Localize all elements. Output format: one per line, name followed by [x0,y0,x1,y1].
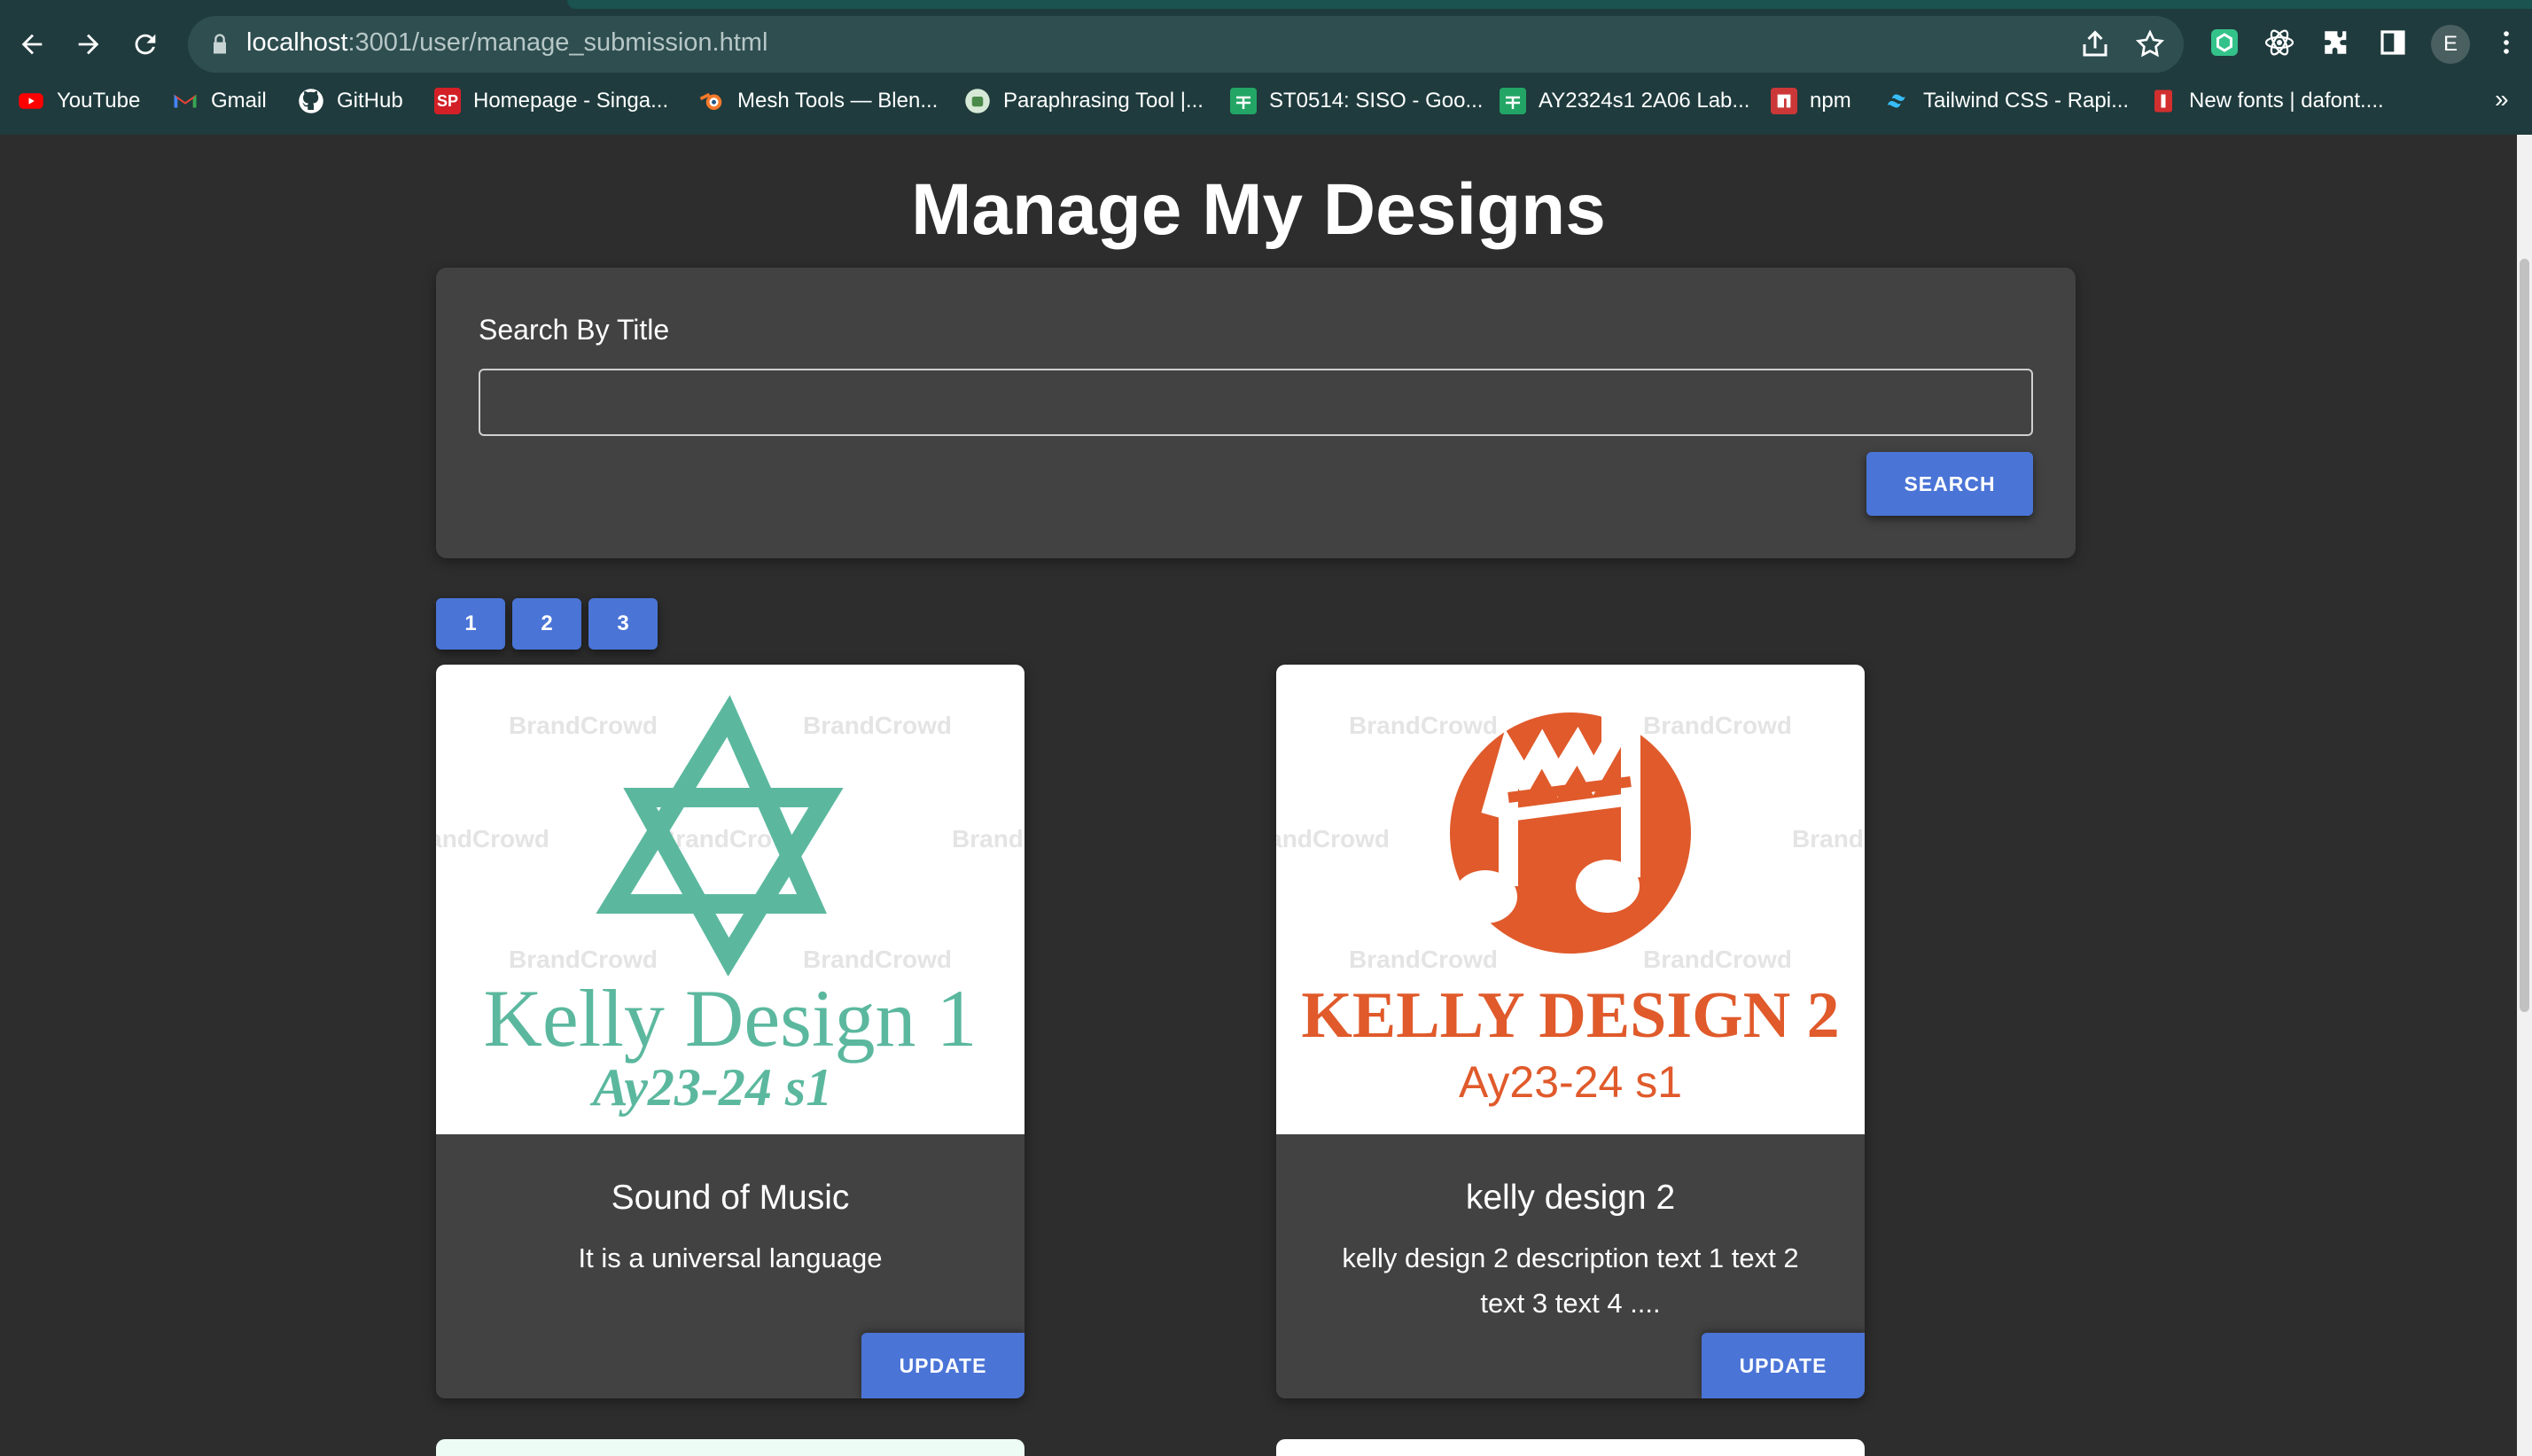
bookmark-ay2324s1[interactable]: AY2324s1 2A06 Lab... [1500,82,1749,121]
menu-kebab-icon[interactable] [2489,25,2524,60]
blender-icon [698,88,725,114]
logo-subtext: Ay23-24 s1 [589,1058,833,1117]
url-text: localhost:3001/user/manage_submission.ht… [246,28,767,58]
search-button[interactable]: SEARCH [1866,452,2033,516]
gmail-icon [172,88,199,114]
url-host: localhost [246,28,348,57]
svg-text:BrandCrowd: BrandCrowd [1349,946,1498,973]
page-title: Manage My Designs [911,169,1606,250]
bookmark-paraphrasing[interactable]: Paraphrasing Tool |... [964,82,1204,121]
profile-avatar[interactable]: E [2431,25,2470,64]
svg-text:BrandCrowd: BrandCrowd [1643,712,1792,739]
url-path: :3001/user/manage_submission.html [347,28,768,57]
update-button[interactable]: UPDATE [861,1333,1024,1398]
page-button-1[interactable]: 1 [436,598,505,650]
design-title: kelly design 2 [1465,1179,1676,1217]
bookmark-label: Paraphrasing Tool |... [1003,89,1204,113]
svg-text:BrandCrowd: BrandCrowd [1792,825,1865,853]
svg-text:BrandCrowd: BrandCrowd [436,825,549,853]
watermark: BrandCrowd BrandCrowd BrandCrowd BrandCr… [436,712,1024,973]
bookmark-label: GitHub [337,89,403,113]
bookmark-gmail[interactable]: Gmail [172,82,267,121]
page-viewport: Manage My Designs Search By Title SEARCH… [0,135,2517,1456]
share-icon[interactable] [2079,28,2111,60]
music-note-mark [1450,699,1691,954]
sp-icon: SP [434,88,461,114]
bookmark-label: AY2324s1 2A06 Lab... [1539,89,1750,113]
quillbot-icon [964,88,991,114]
bookmark-github[interactable]: GitHub [298,82,403,121]
reload-button[interactable] [121,19,170,69]
tailwind-icon [1884,88,1911,114]
bookmark-label: npm [1810,89,1851,113]
svg-text:BrandCrowd: BrandCrowd [1276,825,1390,853]
github-icon [298,88,324,114]
bookmark-tailwind[interactable]: Tailwind CSS - Rapi... [1884,82,2129,121]
update-button[interactable]: UPDATE [1702,1333,1865,1398]
svg-text:BrandCrowd: BrandCrowd [509,946,658,973]
bookmark-label: Mesh Tools — Blen... [737,89,939,113]
svg-text:BrandCrowd: BrandCrowd [1349,712,1498,739]
scrollbar-thumb[interactable] [2520,259,2529,1012]
logo-text: Kelly Design 1 [483,973,977,1063]
bookmark-youtube[interactable]: YouTube [18,82,140,121]
svg-text:BrandCrowd: BrandCrowd [1643,946,1792,973]
puzzle-icon[interactable] [2318,25,2354,60]
svg-text:BrandCrowd: BrandCrowd [803,712,952,739]
design-image: BrandCrowd BrandCrowd BrandCrowd BrandCr… [436,665,1024,1134]
bookmark-label: Tailwind CSS - Rapi... [1923,89,2130,113]
bookmark-dafont[interactable]: New fonts | dafont.... [2150,82,2384,121]
bookmark-label: New fonts | dafont.... [2189,89,2384,113]
back-button[interactable] [7,19,57,69]
browser-chrome: localhost:3001/user/manage_submission.ht… [0,0,2532,135]
logo-subtext: Ay23-24 s1 [1459,1057,1682,1107]
react-devtools-icon[interactable] [2262,25,2297,60]
sheets-icon [1230,88,1257,114]
page-button-2[interactable]: 2 [512,598,581,650]
extension-hexagon-icon[interactable] [2207,25,2242,60]
search-input[interactable] [479,369,2033,436]
lock-icon [214,34,226,54]
svg-text:BrandCrowd: BrandCrowd [803,946,952,973]
bookmark-label: Gmail [211,89,267,113]
star-icon[interactable] [2134,28,2166,60]
browser-toolbar: localhost:3001/user/manage_submission.ht… [0,0,2532,89]
design-title: Sound of Music [611,1179,850,1217]
bookmarks-overflow-button[interactable]: » [2495,85,2509,113]
page-scrollbar[interactable] [2517,135,2532,1456]
svg-text:BrandCrowd: BrandCrowd [509,712,658,739]
bookmark-st0514[interactable]: ST0514: SISO - Goo... [1230,82,1483,121]
design-image: BrandCrowd BrandCrowd BrandCrowd BrandCr… [1276,665,1865,1134]
logo-text: KELLY DESIGN 2 [1301,979,1839,1052]
bookmark-mesh-tools[interactable]: Mesh Tools — Blen... [698,82,938,121]
side-panel-icon[interactable] [2375,25,2411,60]
arrow-left-icon [21,34,43,55]
design-description: kelly design 2 description text 1 text 2… [1342,1242,1799,1319]
address-bar[interactable]: localhost:3001/user/manage_submission.ht… [188,16,2184,73]
bookmarks-bar: YouTube Gmail GitHub SP Homepage - Singa… [0,82,2532,135]
youtube-icon [18,88,44,114]
bookmark-label: ST0514: SISO - Goo... [1269,89,1484,113]
bookmark-label: Homepage - Singa... [473,89,669,113]
arrow-right-icon [78,34,99,55]
sheets-icon [1500,88,1526,114]
search-panel: Search By Title SEARCH [436,268,2076,558]
search-label: Search By Title [479,314,670,346]
bookmark-label: YouTube [57,89,141,113]
bookmark-homepage[interactable]: SP Homepage - Singa... [434,82,668,121]
page-button-3[interactable]: 3 [588,598,658,650]
forward-button[interactable] [64,19,113,69]
npm-icon [1771,88,1797,114]
svg-text:BrandCrowd: BrandCrowd [952,825,1024,853]
design-card-partial [436,1439,1024,1456]
design-card: BrandCrowd BrandCrowd BrandCrowd BrandCr… [1276,665,1865,1398]
design-logo-kelly-2: BrandCrowd BrandCrowd BrandCrowd BrandCr… [1276,699,1865,1107]
bookmark-npm[interactable]: npm [1771,82,1851,121]
design-card: BrandCrowd BrandCrowd BrandCrowd BrandCr… [436,665,1024,1398]
reload-icon [135,34,156,55]
design-card-partial [1276,1439,1865,1456]
design-description: It is a universal language [578,1242,883,1273]
design-logo-kelly-1: BrandCrowd BrandCrowd BrandCrowd BrandCr… [436,695,1024,1117]
dafont-icon [2150,88,2177,114]
